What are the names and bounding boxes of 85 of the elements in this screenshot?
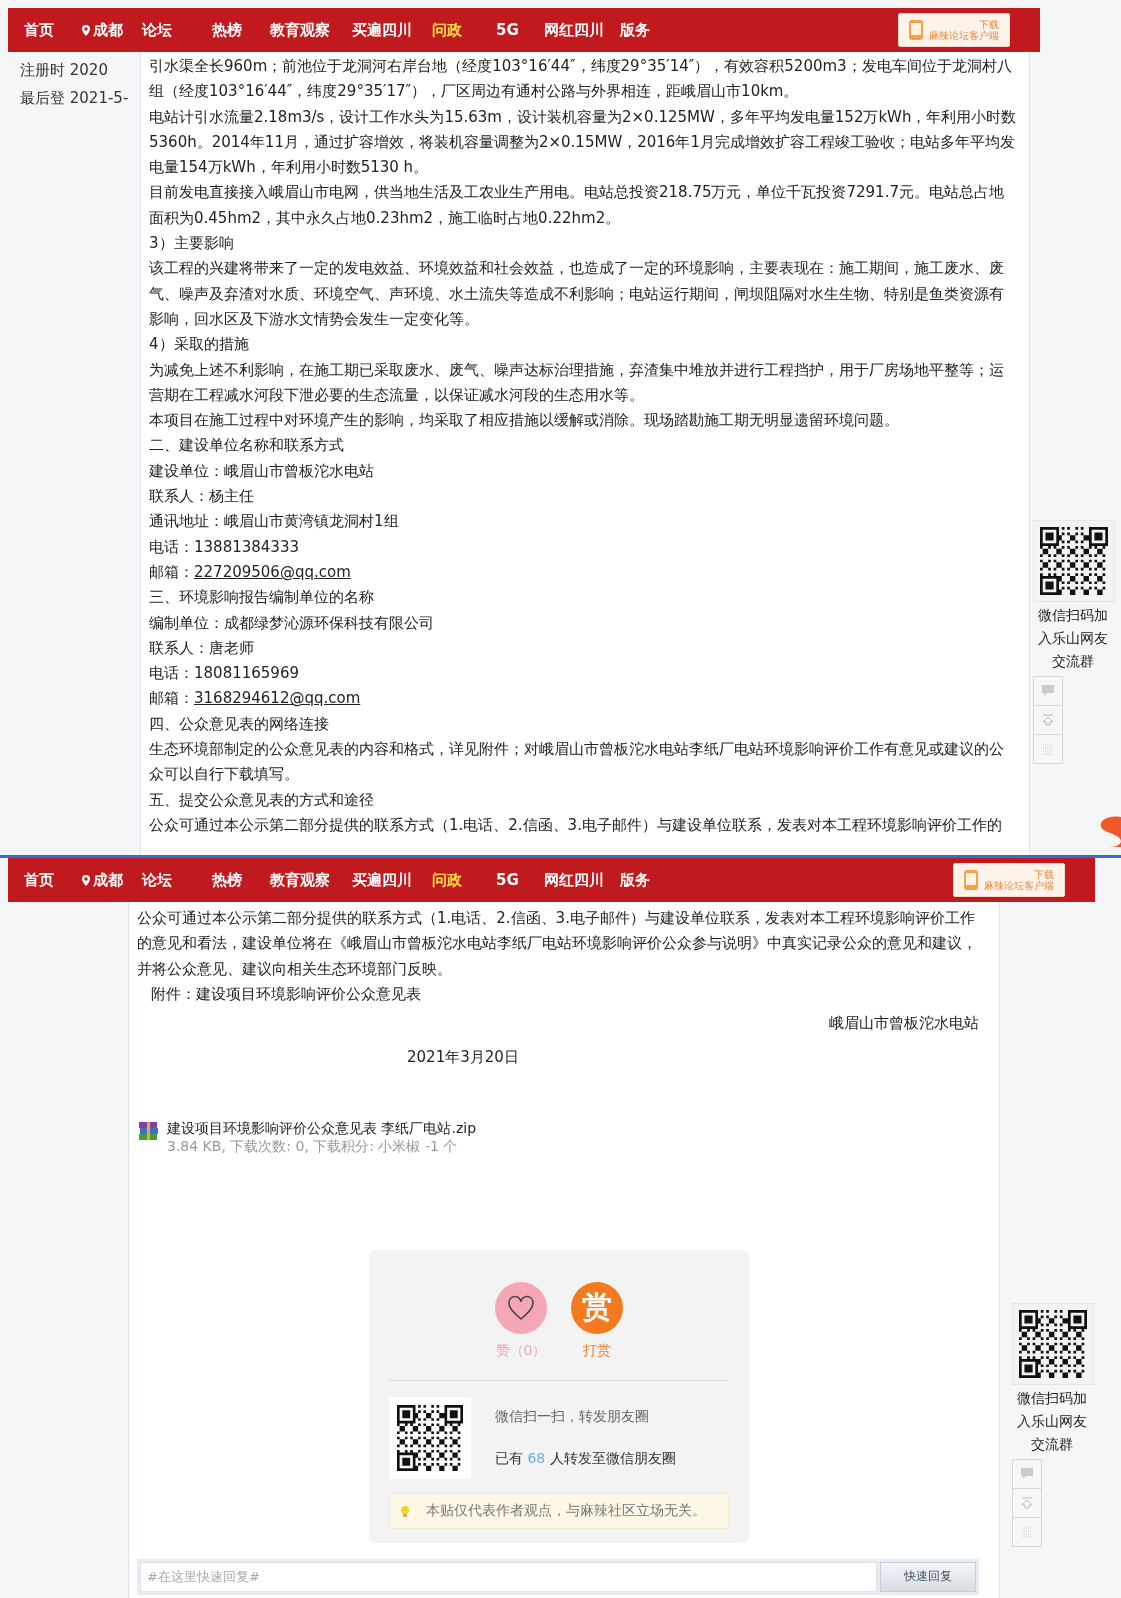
paragraph: 联系人：杨主任 — [149, 486, 255, 508]
share-title: 微信扫一扫，转发朋友圈 — [495, 1407, 650, 1426]
reward-badge: 赏 — [571, 1281, 623, 1334]
nav-link[interactable]: 问政 — [432, 20, 496, 40]
paragraph: 四、公众意见表的网络连接 — [149, 713, 330, 735]
nav-link[interactable]: 买遍四川 — [352, 20, 432, 40]
phone-icon — [964, 870, 978, 890]
back-to-top-icon — [1019, 1495, 1035, 1511]
nav-link[interactable]: 教育观察 — [270, 20, 352, 40]
share-count-text: 已有 68 人转发至微信朋友圈 — [495, 1449, 676, 1468]
date-text: 2021年3月20日 — [406, 1047, 520, 1069]
quick-reply-field[interactable]: #在这里快速回复# — [140, 1561, 877, 1592]
paragraph: 公众可通过本公示第二部分提供的联系方式（1.电话、2.信函、3.电子邮件）与建设单位联系，发表对本工程环境影响评价工作的意见和看法，建设单位将在《峨眉山市曾板沱水电站李纸厂电站环境影响评价公众参与说明》中真实记录公众的意见和建议，并将公众意见、建议向相关生态环境部门反映。 — [137, 908, 978, 980]
light-bulb-icon — [400, 1504, 410, 1517]
paragraph: 电话：13881384333 — [149, 536, 300, 558]
attachment-link[interactable]: 建设项目环境影响评价公众意见表 李纸厂电站.zip — [167, 1118, 477, 1137]
email-line: 邮箱：227209506@qq.com — [149, 561, 352, 583]
nav-link[interactable]: 版务 — [620, 20, 680, 40]
paragraph: 通讯地址：峨眉山市黄湾镇龙洞村1组 — [149, 511, 400, 533]
paragraph: 为减免上述不利影响，在施工期已采取废水、废气、噪声达标治理措施，弃渣集中堆放并进行工程挡护，用于厂房场地平整等；运营期在工程减水河段下泄必要的生态流量，以保证减水河段的生态用水等。 — [149, 359, 1005, 406]
nav-link[interactable]: 买遍四川 — [352, 870, 432, 890]
user-info-text: 注册时 2020 — [20, 60, 109, 81]
user-info-text: 最后登 2021-5- — [20, 88, 130, 109]
nav-link[interactable]: 网红四川 — [544, 870, 620, 890]
chat-button[interactable] — [1033, 676, 1063, 706]
qr-code — [1019, 1310, 1087, 1378]
paragraph: 该工程的兴建将带来了一定的发电效益、环境效益和社会效益，也造成了一定的环境影响，主要表现在：施工期间，施工废水、废气、噪声及弃渣对水质、环境空气、声环境、水土流失等造成不利影响；电站运行期间，闸坝阻隔对水生生物、特别是鱼类资源有影响，回水区及下游水文情势会发生一定变化等。 — [149, 258, 1005, 330]
download-label: 下载 — [1034, 869, 1054, 880]
email-link[interactable]: 227209506@qq.com — [194, 562, 351, 581]
quick-reply-button[interactable]: 快速回复 — [880, 1561, 976, 1592]
paragraph: 电话：18081165969 — [149, 663, 300, 685]
paragraph: 引水渠全长960m；前池位于龙洞河右岸台地（经度103°16′44″，纬度29°35′14″），有效容积5200m3；发电车间位于龙洞村八组（经度103°16′44″，纬度29°35′17″），厂区周边有通村公路与外界相连，距峨眉山市10km。 — [149, 56, 1013, 103]
signature: 峨眉山市曾板沱水电站 — [828, 1013, 979, 1035]
paragraph: 生态环境部制定的公众意见表的内容和格式，详见附件；对峨眉山市曾板沱水电站李纸厂电站环境影响评价工作有意见或建议的公众可以自行下载填写。 — [149, 739, 1005, 786]
qr-code — [397, 1404, 463, 1471]
heart-icon — [507, 1294, 535, 1321]
download-label: 下载 — [979, 19, 999, 30]
email-link[interactable]: 3168294612@qq.com — [194, 689, 361, 708]
nav-link[interactable]: 成都 — [82, 870, 142, 890]
chat-button[interactable] — [1012, 1459, 1042, 1489]
back-to-top-icon — [1040, 712, 1056, 728]
email-line: 邮箱：3168294612@qq.com — [149, 688, 362, 710]
nav-link[interactable]: 论坛 — [142, 20, 212, 40]
paragraph: 联系人：唐老师 — [149, 637, 255, 659]
paragraph: 三、环境影响报告编制单位的名称 — [149, 587, 375, 609]
qr-caption: 微信扫码加入乐山网友交流群 — [1037, 606, 1109, 671]
paragraph: 3）主要影响 — [149, 233, 235, 255]
qr-code — [1040, 527, 1108, 595]
chat-icon — [1040, 683, 1056, 699]
attachment-note: 附件：建设项目环境影响评价公众意见表 — [150, 983, 422, 1005]
nav-link[interactable]: 首页 — [24, 20, 82, 40]
reward-label: 打赏 — [583, 1341, 611, 1360]
back-to-top-button[interactable] — [1033, 705, 1063, 735]
location-pin-icon — [82, 874, 90, 886]
nav-link[interactable]: 论坛 — [142, 870, 212, 890]
list-button[interactable] — [1033, 734, 1063, 764]
attachment-info: 3.84 KB, 下载次数: 0, 下载积分: 小米椒 -1 个 — [167, 1136, 459, 1155]
download-caption: 麻辣论坛客户端 — [984, 880, 1054, 891]
paragraph: 公众可通过本公示第二部分提供的联系方式（1.电话、2.信函、3.电子邮件）与建设单位联系，发表对本工程环境影响评价工作的 — [149, 814, 1003, 836]
nav-link[interactable]: 首页 — [24, 870, 82, 890]
paragraph: 目前发电直接接入峨眉山市电网，供当地生活及工农业生产用电。电站总投资218.75万元，单位千瓦投资7291.7元。电站总占地面积为0.45hm2，其中永久占地0.23hm2，施工临时占地0.22hm2。 — [149, 182, 1005, 229]
chat-icon — [1019, 1466, 1035, 1482]
paragraph: 本项目在施工过程中对环境产生的影响，均采取了相应措施以缓解或消除。现场踏勘施工期无明显遗留环境问题。 — [149, 410, 900, 432]
download-caption: 麻辣论坛客户端 — [929, 30, 999, 41]
list-button[interactable] — [1012, 1517, 1042, 1547]
nav-link[interactable]: 教育观察 — [270, 870, 352, 890]
qr-caption: 微信扫码加入乐山网友交流群 — [1016, 1389, 1088, 1454]
nav-link[interactable]: 成都 — [82, 20, 142, 40]
nav-link[interactable]: 热榜 — [212, 870, 270, 890]
nav-link[interactable]: 版务 — [620, 870, 680, 890]
paragraph: 五、提交公众意见表的方式和途径 — [149, 789, 375, 811]
notice-text: 本贴仅代表作者观点，与麻辣社区立场无关。 — [426, 1501, 706, 1520]
phone-icon — [909, 20, 923, 40]
nav-link[interactable]: 网红四川 — [544, 20, 620, 40]
nav-link[interactable]: 5G — [496, 871, 544, 889]
paragraph: 电站计引水流量2.18m3/s，设计工作水头为15.63m，设计装机容量为2×0.125MW，多年平均发电量152万kWh，年利用小时数5360h。2014年11月，通过扩容增效，将装机容量调整为2×0.15MW，2016年1月完成增效扩容工程竣工验收；电站多年平均发电量154万kWh，年利用小时数5130 h。 — [149, 106, 1017, 179]
back-to-top-button[interactable] — [1012, 1488, 1042, 1518]
nav-link[interactable]: 热榜 — [212, 20, 270, 40]
paragraph: 二、建设单位名称和联系方式 — [149, 435, 345, 457]
nav-link[interactable]: 问政 — [432, 870, 496, 890]
paragraph: 4）采取的措施 — [149, 334, 250, 356]
paragraph: 建设单位：峨眉山市曾板沱水电站 — [149, 460, 375, 482]
paragraph: 编制单位：成都绿梦沁源环保科技有限公司 — [149, 612, 435, 634]
nav-link[interactable]: 5G — [496, 21, 544, 39]
location-pin-icon — [82, 24, 90, 36]
